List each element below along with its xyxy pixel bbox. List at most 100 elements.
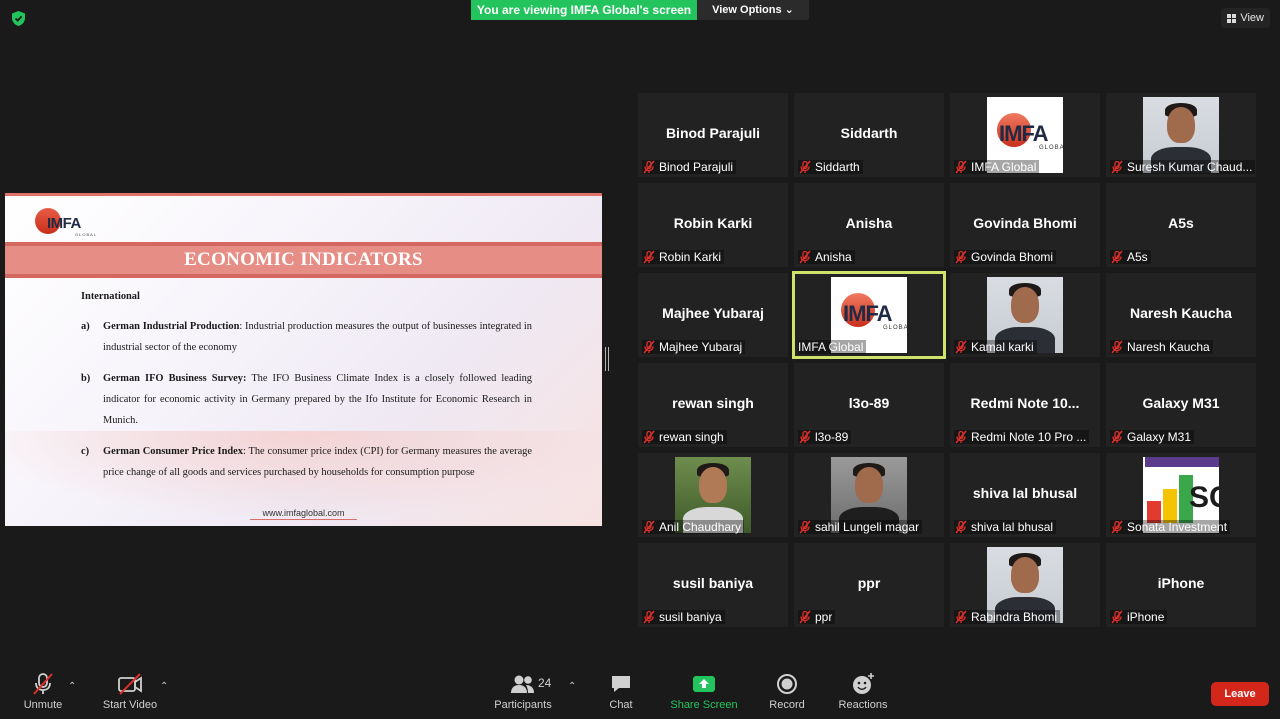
record-label: Record (769, 699, 805, 711)
unmute-button[interactable]: Unmute (20, 671, 66, 711)
participant-tile[interactable]: Robin Karki Robin Karki (638, 183, 788, 267)
participant-name-display: ppr (857, 575, 881, 591)
participant-name: Majhee Yubaraj (659, 340, 743, 354)
participant-name-display: l3o-89 (848, 395, 890, 411)
participant-name: shiva lal bhusal (971, 520, 1054, 534)
participant-name: Binod Parajuli (659, 160, 734, 174)
participant-name: ppr (815, 610, 833, 624)
chat-button[interactable]: Chat (606, 671, 636, 711)
imfa-logo: IMFA GLOBAL (33, 206, 96, 237)
participant-tile[interactable]: Suresh Kumar Chaud... (1106, 93, 1256, 177)
participant-tile[interactable]: sahil Lungeli magar (794, 453, 944, 537)
participant-name-label: Anisha (798, 250, 855, 264)
participant-name-display: Redmi Note 10... (970, 395, 1080, 411)
slide-footer-url: www.imfaglobal.com (262, 508, 345, 518)
reactions-label: Reactions (838, 699, 888, 711)
splitter-handle[interactable] (605, 347, 609, 371)
chat-label: Chat (609, 699, 633, 711)
slide-body: International a) German Industrial Produc… (81, 291, 532, 493)
participant-tile[interactable]: IMFAGLOBALIMFA Global (950, 93, 1100, 177)
slide-item-letter: b) (81, 373, 91, 384)
participant-name-label: iPhone (1110, 610, 1168, 624)
leave-button[interactable]: Leave (1211, 682, 1269, 706)
participant-tile[interactable]: Galaxy M31 Galaxy M31 (1106, 363, 1256, 447)
audio-options-caret[interactable]: ⌃ (68, 681, 76, 692)
participant-name: Siddarth (815, 160, 860, 174)
muted-mic-icon (799, 610, 811, 624)
participant-name-label: Kamal karki (954, 340, 1037, 354)
slide-item-letter: c) (81, 446, 90, 457)
participant-tile[interactable]: ppr ppr (794, 543, 944, 627)
shield-icon[interactable] (10, 10, 27, 27)
participant-name: Anil Chaudhary (659, 520, 742, 534)
view-button[interactable]: View (1221, 8, 1270, 28)
participant-name-display: Siddarth (840, 125, 898, 141)
participant-name-label: ppr (798, 610, 836, 624)
view-options-button[interactable]: View Options ⌄ (697, 0, 809, 20)
record-button[interactable]: Record (766, 671, 808, 711)
participant-tile[interactable]: Rabindra Bhomi (950, 543, 1100, 627)
muted-mic-icon (799, 430, 811, 444)
participant-name-display: rewan singh (672, 395, 754, 411)
participant-name-label: Naresh Kaucha (1110, 340, 1213, 354)
muted-mic-icon (955, 520, 967, 534)
participant-name: Robin Karki (659, 250, 722, 264)
participant-name-display: Binod Parajuli (665, 125, 761, 141)
video-options-caret[interactable]: ⌃ (160, 681, 168, 692)
slide-list-item: c) German Consumer Price Index: The consu… (81, 441, 532, 483)
participant-tile[interactable]: Kamal karki (950, 273, 1100, 357)
start-video-button[interactable]: Start Video (100, 671, 160, 711)
participant-tile[interactable]: Siddarth Siddarth (794, 93, 944, 177)
viewing-banner: You are viewing IMFA Global's screen (471, 0, 697, 20)
participant-name: Naresh Kaucha (1127, 340, 1210, 354)
participant-tile[interactable]: l3o-89 l3o-89 (794, 363, 944, 447)
participant-tile[interactable]: susil baniya susil baniya (638, 543, 788, 627)
reactions-button[interactable]: Reactions (836, 671, 890, 711)
muted-mic-icon (955, 340, 967, 354)
participant-tile[interactable]: Anil Chaudhary (638, 453, 788, 537)
participant-tile[interactable]: IMFAGLOBALIMFA Global (792, 271, 946, 359)
participant-tile[interactable]: Anisha Anisha (794, 183, 944, 267)
participant-name-display: Govinda Bhomi (973, 215, 1077, 231)
chevron-down-icon: ⌄ (784, 4, 794, 16)
participants-icon (511, 675, 534, 693)
participant-tile[interactable]: Naresh Kaucha Naresh Kaucha (1106, 273, 1256, 357)
participant-name-label: Robin Karki (642, 250, 725, 264)
participant-tile[interactable]: Majhee Yubaraj Majhee Yubaraj (638, 273, 788, 357)
participant-name-label: Redmi Note 10 Pro ... (954, 430, 1090, 444)
share-screen-button[interactable]: Share Screen (668, 671, 740, 711)
participant-name-label: Binod Parajuli (642, 160, 737, 174)
slide-title: ECONOMIC INDICATORS (184, 249, 423, 270)
participant-name: l3o-89 (815, 430, 849, 444)
participant-tile[interactable]: Govinda Bhomi Govinda Bhomi (950, 183, 1100, 267)
muted-mic-icon (643, 250, 655, 264)
muted-mic-icon (955, 160, 967, 174)
shared-slide: IMFA GLOBAL ECONOMIC INDICATORS Internat… (5, 193, 602, 526)
participant-name-label: Govinda Bhomi (954, 250, 1057, 264)
participant-name-label: Rabindra Bhomi (954, 610, 1061, 624)
participant-tile[interactable]: A5s A5s (1106, 183, 1256, 267)
participant-name-label: IMFA Global (798, 340, 867, 354)
slide-item-term: German IFO Business Survey: (103, 373, 247, 384)
participant-name: Sonata Investment (1127, 520, 1228, 534)
participant-name: Kamal karki (971, 340, 1034, 354)
participant-tile[interactable]: Binod Parajuli Binod Parajuli (638, 93, 788, 177)
participant-tile[interactable]: SCSonata Investment (1106, 453, 1256, 537)
slide-list-item: b) German IFO Business Survey: The IFO Bu… (81, 368, 532, 431)
participant-name: susil baniya (659, 610, 722, 624)
start-video-label: Start Video (102, 699, 158, 711)
muted-mic-icon (799, 250, 811, 264)
participant-name: Rabindra Bhomi (971, 610, 1058, 624)
participant-name-display: Robin Karki (673, 215, 753, 231)
participant-tile[interactable]: shiva lal bhusal shiva lal bhusal (950, 453, 1100, 537)
participant-tile[interactable]: rewan singh rewan singh (638, 363, 788, 447)
participant-tile[interactable]: iPhone iPhone (1106, 543, 1256, 627)
slide-item-text: German Industrial Production: Industrial… (103, 316, 532, 358)
participants-options-caret[interactable]: ⌃ (568, 681, 576, 692)
muted-mic-icon (643, 610, 655, 624)
participant-name-display: A5s (1168, 215, 1194, 231)
participant-tile[interactable]: Redmi Note 10... Redmi Note 10 Pro ... (950, 363, 1100, 447)
meeting-toolbar: Unmute ⌃ Start Video ⌃ Participants ⌃ Ch… (0, 667, 1280, 719)
participant-name-label: shiva lal bhusal (954, 520, 1057, 534)
participant-name: IMFA Global (971, 160, 1037, 174)
